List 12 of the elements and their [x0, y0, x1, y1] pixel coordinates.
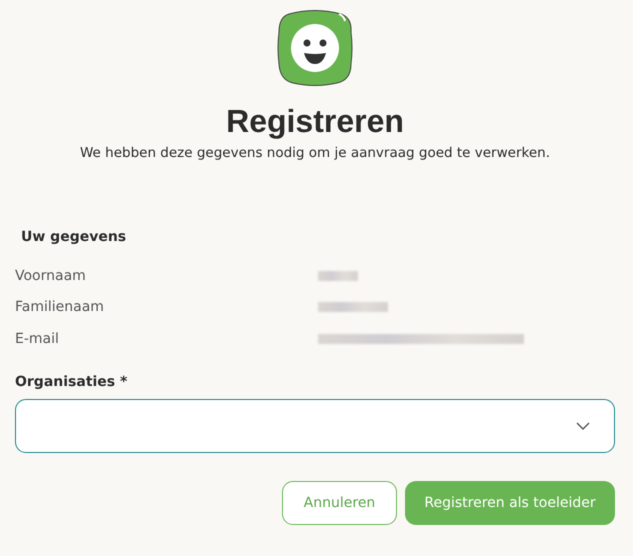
- field-label: Familienaam: [15, 299, 105, 316]
- field-label: Organisaties *: [15, 372, 128, 390]
- page-title: Registreren: [226, 102, 404, 140]
- organisation-dropdown[interactable]: [15, 398, 615, 452]
- section-heading: Uw gegevens: [21, 228, 128, 246]
- chevron-down-icon: [576, 422, 590, 430]
- field-label: E-mail: [15, 330, 60, 347]
- register-button[interactable]: Registreren als toeleider: [405, 480, 615, 524]
- cancel-button[interactable]: Annuleren: [282, 480, 397, 524]
- smiley-logo-icon: [275, 8, 355, 88]
- subtitle: We hebben deze gegevens nodig om je aanvraag goed te verwerken.: [80, 144, 550, 162]
- field-label: Voornaam: [15, 268, 87, 284]
